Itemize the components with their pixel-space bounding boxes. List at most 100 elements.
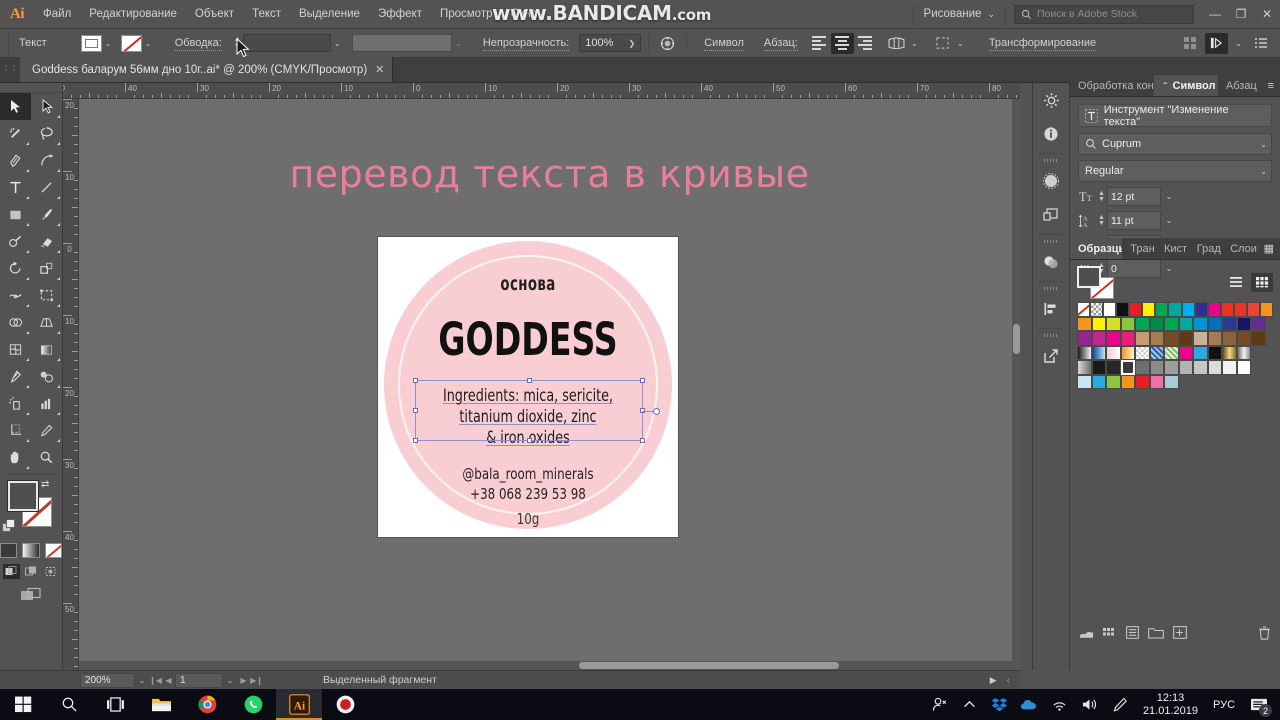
onedrive-icon[interactable] <box>1015 689 1045 720</box>
swatch-cell[interactable] <box>1142 302 1155 317</box>
swatch-cell[interactable] <box>1121 346 1136 361</box>
swatch-cell[interactable] <box>1222 360 1237 375</box>
show-swatch-kinds-icon[interactable] <box>1103 626 1117 644</box>
color-fill-mode-button[interactable] <box>0 543 17 558</box>
selection-bounding-box[interactable] <box>415 380 643 441</box>
tab-gradient[interactable]: Град <box>1189 238 1222 259</box>
swatch-cell[interactable] <box>1106 375 1121 390</box>
list-view-icon[interactable] <box>1225 273 1247 292</box>
horizontal-ruler[interactable]: 50403020100102030405060708090100110 <box>63 83 1020 99</box>
swatch-cell[interactable] <box>1077 317 1092 332</box>
pen-tool[interactable] <box>0 147 31 174</box>
swatch-cell[interactable] <box>1237 360 1252 375</box>
workspace-layout-icon[interactable] <box>1205 33 1228 54</box>
default-fill-stroke-icon[interactable] <box>2 519 16 538</box>
selection-tool[interactable] <box>0 93 31 120</box>
leading-stepper[interactable]: ▲▼ <box>1098 215 1105 227</box>
swatch-cell[interactable] <box>1208 331 1223 346</box>
eyedropper-tool[interactable] <box>0 363 31 390</box>
swatch-cell[interactable] <box>1193 360 1208 375</box>
line-segment-tool[interactable] <box>31 174 62 201</box>
swatch-cell[interactable] <box>1092 317 1107 332</box>
swatch-cell[interactable] <box>1106 346 1121 361</box>
dock-group-grip[interactable] <box>1033 284 1069 292</box>
illustrator-button[interactable]: Ai <box>276 689 322 720</box>
swatch-cell[interactable] <box>1103 302 1116 317</box>
draw-inside-mode-button[interactable] <box>43 564 60 579</box>
swatch-cell[interactable] <box>1179 317 1194 332</box>
shape-builder-tool[interactable] <box>0 309 31 336</box>
zoom-level-input[interactable]: 200% <box>80 673 135 688</box>
swatch-cell[interactable] <box>1150 317 1165 332</box>
panel-menu-icon[interactable]: ▦ <box>1258 238 1280 259</box>
stroke-weight-chevron-down-icon[interactable]: ⌄ <box>331 39 344 48</box>
swatch-cell[interactable] <box>1222 346 1237 361</box>
tab-paragraph[interactable]: Абзац <box>1218 75 1262 96</box>
control-bar-grip[interactable] <box>0 29 9 58</box>
properties-gear-icon[interactable] <box>1033 83 1069 117</box>
column-graph-tool[interactable] <box>31 390 62 417</box>
first-artboard-button[interactable]: ❙◀ <box>149 676 162 685</box>
mesh-tool[interactable] <box>0 336 31 363</box>
control-bar-menu-icon[interactable] <box>1249 33 1272 54</box>
canvas-vertical-scrollbar[interactable] <box>1012 99 1021 670</box>
swatch-cell[interactable] <box>1222 331 1237 346</box>
tab-character[interactable]: ⌃ Символ <box>1154 75 1218 96</box>
swatch-cell[interactable] <box>1135 375 1150 390</box>
swatch-cell[interactable] <box>1221 302 1234 317</box>
swatch-cell[interactable] <box>1121 317 1136 332</box>
swatches-grid[interactable] <box>1070 302 1280 389</box>
transparency-icon[interactable] <box>1033 245 1069 279</box>
fill-color-swatch[interactable] <box>81 35 102 52</box>
swatch-cell[interactable] <box>1164 331 1179 346</box>
zoom-tool[interactable] <box>31 444 62 471</box>
swatch-cell[interactable] <box>1164 375 1179 390</box>
swatch-cell[interactable] <box>1179 331 1194 346</box>
selection-handle[interactable] <box>413 438 418 443</box>
clock[interactable]: 12:13 21.01.2019 <box>1135 692 1206 718</box>
fill-swatch-small[interactable] <box>1077 266 1101 288</box>
recolor-artwork-icon[interactable] <box>656 33 679 54</box>
touch-type-tool-note[interactable]: Инструмент "Изменение текста" <box>1078 104 1272 127</box>
swap-fill-stroke-icon[interactable]: ⇄ <box>41 479 49 490</box>
search-button[interactable] <box>46 689 92 720</box>
rotate-tool[interactable] <box>0 255 31 282</box>
artboard-chevron-down-icon[interactable]: ⌄ <box>223 676 237 685</box>
scale-tool[interactable] <box>31 255 62 282</box>
swatch-cell[interactable] <box>1150 331 1165 346</box>
notifications-button[interactable]: 2 <box>1242 689 1276 720</box>
tab-stroke-processing[interactable]: Обработка кон <box>1070 75 1154 96</box>
magic-wand-tool[interactable] <box>0 120 31 147</box>
workspace-switcher[interactable]: Рисование ⌄ <box>913 4 1006 25</box>
swatch-cell[interactable] <box>1090 302 1103 317</box>
change-screen-mode-button[interactable] <box>0 587 62 603</box>
volume-icon[interactable] <box>1075 689 1105 720</box>
swatch-cell[interactable] <box>1179 346 1194 361</box>
dock-group-grip[interactable] <box>1033 156 1069 164</box>
swatch-cell[interactable] <box>1150 346 1165 361</box>
status-collapse-icon[interactable]: ‹ <box>1007 675 1010 686</box>
swatch-cell[interactable] <box>1135 360 1150 375</box>
artboard-number-input[interactable]: 1 <box>175 673 223 688</box>
stroke-weight-input[interactable] <box>243 34 331 52</box>
swatch-cell[interactable] <box>1135 317 1150 332</box>
align-icon[interactable] <box>1033 292 1069 326</box>
fill-chevron-down-icon[interactable]: ⌄ <box>102 39 115 48</box>
slice-tool[interactable] <box>31 417 62 444</box>
swatch-cell[interactable] <box>1208 346 1223 361</box>
swatch-cell[interactable] <box>1121 331 1136 346</box>
swatch-cell[interactable] <box>1077 331 1092 346</box>
tab-brushes[interactable]: Кист <box>1156 238 1189 259</box>
none-fill-mode-button[interactable] <box>45 543 62 558</box>
menu-item-view[interactable]: Просмотр <box>431 0 502 29</box>
canvas-artboard-area[interactable]: перевод текста в кривые основа GODDESS I… <box>79 99 1020 670</box>
swatch-cell[interactable] <box>1150 360 1165 375</box>
swatch-cell[interactable] <box>1234 302 1247 317</box>
close-button[interactable]: ✕ <box>1254 0 1280 29</box>
type-tool[interactable] <box>0 174 31 201</box>
search-input[interactable]: Поиск в Adobe Stock <box>1037 8 1137 20</box>
dock-group-grip[interactable] <box>1033 331 1069 339</box>
document-tab[interactable]: Goddess баларум 56мм дно 10г..ai* @ 200%… <box>20 57 393 82</box>
symbol-sprayer-tool[interactable] <box>0 390 31 417</box>
font-family-combo[interactable]: Cuprum ⌄ <box>1078 133 1272 155</box>
